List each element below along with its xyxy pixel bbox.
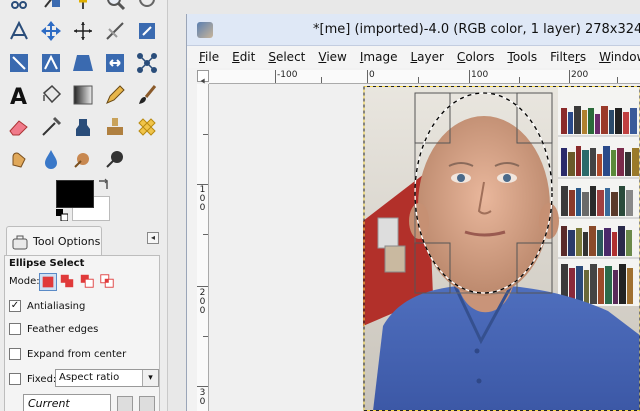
menu-bar: File Edit Select View Image Layer Colors… bbox=[187, 46, 640, 68]
airbrush-icon[interactable] bbox=[38, 114, 64, 140]
paintbrush-icon[interactable] bbox=[134, 82, 160, 108]
fixed-mode-value: Aspect ratio bbox=[59, 372, 120, 383]
antialiasing-checkbox[interactable]: ✓ bbox=[9, 300, 21, 312]
ruler-corner-button[interactable] bbox=[197, 70, 209, 84]
menu-filters[interactable]: Filters bbox=[550, 50, 586, 64]
horizontal-ruler[interactable]: -100 0 100 200 bbox=[209, 70, 640, 84]
feather-edges-checkbox[interactable] bbox=[9, 323, 21, 335]
foreground-color-swatch[interactable] bbox=[56, 180, 94, 208]
align-icon[interactable] bbox=[6, 18, 32, 44]
mode-label: Mode: bbox=[9, 276, 40, 287]
menu-colors[interactable]: Colors bbox=[457, 50, 495, 64]
portrait-icon[interactable] bbox=[117, 396, 133, 411]
app-icon bbox=[197, 22, 213, 38]
ruler-h-label: 200 bbox=[571, 70, 589, 80]
text-icon[interactable]: A bbox=[6, 82, 32, 108]
select-by-color-icon[interactable] bbox=[70, 0, 96, 12]
toolbox-panel: A Tool Options ◂ Ellipse Select Mode: ✓ … bbox=[0, 0, 168, 411]
vertical-ruler[interactable]: 100 200 30 bbox=[197, 84, 209, 411]
tool-options-tab-label: Tool Options bbox=[33, 235, 101, 248]
pencil-icon[interactable] bbox=[102, 82, 128, 108]
fixed-row[interactable]: Fixed: bbox=[9, 371, 56, 387]
tool-options-tab[interactable]: Tool Options bbox=[6, 226, 102, 256]
fixed-mode-select[interactable]: Aspect ratio ▾ bbox=[55, 369, 159, 387]
feather-edges-row[interactable]: Feather edges bbox=[9, 321, 98, 337]
menu-tools[interactable]: Tools bbox=[508, 50, 538, 64]
mode-add-button[interactable] bbox=[59, 273, 77, 291]
crop-icon[interactable] bbox=[70, 18, 96, 44]
menu-view[interactable]: View bbox=[318, 50, 346, 64]
ruler-v-label: 100 bbox=[199, 185, 206, 213]
photo-layer[interactable] bbox=[363, 86, 640, 411]
menu-windows[interactable]: Windows bbox=[599, 50, 640, 64]
image-window: *[me] (imported)-4.0 (RGB color, 1 layer… bbox=[186, 14, 640, 411]
ruler-v-label: 200 bbox=[199, 288, 206, 316]
mode-intersect-button[interactable] bbox=[99, 273, 117, 291]
fixed-label: Fixed: bbox=[27, 373, 57, 385]
paths-icon[interactable] bbox=[134, 50, 160, 76]
feather-edges-label: Feather edges bbox=[27, 323, 99, 335]
zoom-icon[interactable] bbox=[102, 0, 128, 12]
svg-text:A: A bbox=[10, 85, 27, 107]
mode-replace-button[interactable] bbox=[39, 273, 57, 291]
tool-options-icon bbox=[12, 235, 28, 249]
antialiasing-row[interactable]: ✓ Antialiasing bbox=[9, 298, 85, 314]
tool-options-body: Ellipse Select Mode: ✓ Antialiasing Feat… bbox=[4, 255, 160, 411]
mode-subtract-button[interactable] bbox=[79, 273, 97, 291]
current-aspect-field[interactable]: Current bbox=[23, 394, 111, 411]
scale-icon[interactable] bbox=[134, 18, 160, 44]
window-title: *[me] (imported)-4.0 (RGB color, 1 layer… bbox=[313, 22, 640, 37]
flip-icon[interactable] bbox=[70, 50, 96, 76]
chevron-down-icon: ▾ bbox=[142, 370, 158, 386]
ruler-h-label: 100 bbox=[471, 70, 489, 80]
smudge-icon[interactable] bbox=[6, 146, 32, 172]
lasso-icon[interactable] bbox=[6, 0, 32, 12]
landscape-icon[interactable] bbox=[139, 396, 155, 411]
gradient-icon[interactable] bbox=[70, 82, 96, 108]
cage-icon[interactable] bbox=[102, 50, 128, 76]
menu-edit[interactable]: Edit bbox=[232, 50, 255, 64]
expand-from-center-label: Expand from center bbox=[27, 348, 127, 360]
measure-icon[interactable] bbox=[134, 0, 160, 12]
image-canvas[interactable] bbox=[209, 84, 640, 411]
eraser-icon[interactable] bbox=[6, 114, 32, 140]
perspective-icon[interactable] bbox=[38, 50, 64, 76]
dodge-icon[interactable] bbox=[70, 146, 96, 172]
ruler-v-label: 30 bbox=[199, 388, 206, 407]
swap-colors-icon[interactable] bbox=[96, 178, 110, 192]
dock-menu-button[interactable]: ◂ bbox=[147, 232, 159, 244]
shear-icon[interactable] bbox=[6, 50, 32, 76]
ruler-h-label: 0 bbox=[369, 70, 375, 80]
menu-image[interactable]: Image bbox=[360, 50, 398, 64]
clone-icon[interactable] bbox=[102, 114, 128, 140]
color-picker-icon[interactable] bbox=[102, 146, 128, 172]
bucket-fill-icon[interactable] bbox=[38, 82, 64, 108]
fuzzy-select-icon[interactable] bbox=[38, 0, 64, 12]
ruler-h-label: -100 bbox=[277, 70, 298, 80]
menu-layer[interactable]: Layer bbox=[410, 50, 443, 64]
heal-icon[interactable] bbox=[134, 114, 160, 140]
window-title-bar: *[me] (imported)-4.0 (RGB color, 1 layer… bbox=[187, 14, 640, 46]
move-icon[interactable] bbox=[38, 18, 64, 44]
ink-icon[interactable] bbox=[70, 114, 96, 140]
menu-select[interactable]: Select bbox=[268, 50, 305, 64]
expand-from-center-checkbox[interactable] bbox=[9, 348, 21, 360]
tool-name: Ellipse Select bbox=[9, 258, 85, 269]
menu-file[interactable]: File bbox=[199, 50, 219, 64]
rotate-icon[interactable] bbox=[102, 18, 128, 44]
blur-icon[interactable] bbox=[38, 146, 64, 172]
current-aspect-value: Current bbox=[28, 397, 70, 410]
expand-from-center-row[interactable]: Expand from center bbox=[9, 346, 126, 362]
default-colors-icon[interactable] bbox=[56, 209, 68, 221]
fixed-checkbox[interactable] bbox=[9, 373, 21, 385]
portrait-photo-image bbox=[363, 86, 640, 411]
antialiasing-label: Antialiasing bbox=[27, 300, 86, 312]
tool-options-dock: Tool Options ◂ Ellipse Select Mode: ✓ An… bbox=[4, 224, 162, 411]
